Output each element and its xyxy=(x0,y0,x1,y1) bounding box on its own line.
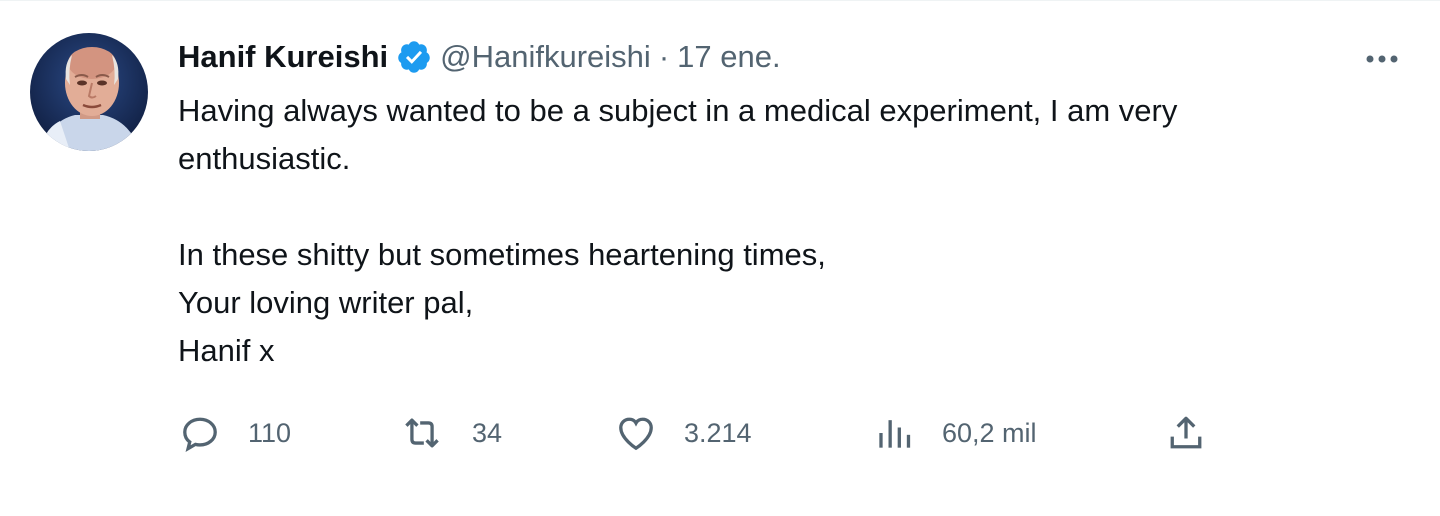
tweet-card: Hanif Kureishi @Hanifkureishi · 17 ene. … xyxy=(0,0,1440,516)
tweet-line: In these shitty but sometimes heartening… xyxy=(178,237,826,272)
share-button[interactable] xyxy=(1164,409,1208,457)
views-chart-icon xyxy=(879,420,911,448)
retweet-count: 34 xyxy=(472,417,503,448)
tweet-line: enthusiastic. xyxy=(178,141,351,176)
separator-dot: · xyxy=(658,39,670,74)
like-button[interactable]: 3.214 xyxy=(614,409,752,457)
reply-icon xyxy=(183,417,217,452)
tweet-line: Hanif x xyxy=(178,333,275,368)
retweet-icon xyxy=(405,418,439,448)
avatar[interactable] xyxy=(30,33,148,151)
retweet-button[interactable]: 34 xyxy=(398,409,502,457)
author-handle[interactable]: @Hanifkureishi xyxy=(440,39,651,75)
tweet-line: Having always wanted to be a subject in … xyxy=(178,93,1178,128)
share-icon xyxy=(1170,416,1202,449)
tweet-header: Hanif Kureishi @Hanifkureishi · 17 ene. xyxy=(178,35,781,79)
like-count: 3.214 xyxy=(684,417,752,448)
reply-count: 110 xyxy=(248,417,292,448)
heart-icon xyxy=(619,417,653,451)
more-options-icon[interactable] xyxy=(1354,39,1410,79)
tweet-timestamp[interactable]: 17 ene. xyxy=(677,39,780,75)
tweet-text: Having always wanted to be a subject in … xyxy=(178,87,1408,375)
tweet-actions: 110 34 3.214 60,2 mil xyxy=(178,409,1238,457)
views-count: 60,2 mil xyxy=(942,417,1037,448)
tweet-line: Your loving writer pal, xyxy=(178,285,474,320)
reply-button[interactable]: 110 xyxy=(178,409,291,457)
verified-badge-icon[interactable] xyxy=(396,39,432,75)
views-button[interactable]: 60,2 mil xyxy=(872,409,1037,457)
author-name[interactable]: Hanif Kureishi xyxy=(178,39,388,75)
